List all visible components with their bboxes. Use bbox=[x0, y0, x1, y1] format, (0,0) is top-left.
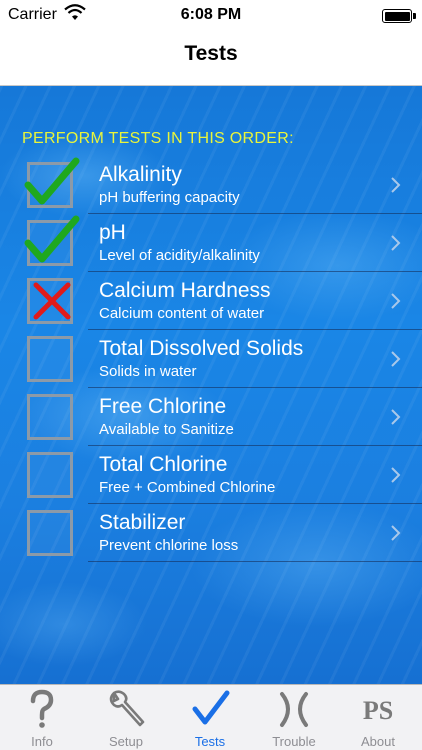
test-row-total-chlorine[interactable]: Total Chlorine Free + Combined Chlorine bbox=[0, 446, 422, 504]
test-subtitle: Prevent chlorine loss bbox=[99, 537, 239, 554]
row-divider bbox=[88, 561, 422, 562]
test-row-ph[interactable]: pH Level of acidity/alkalinity bbox=[0, 214, 422, 272]
test-title: Stabilizer bbox=[99, 511, 186, 534]
tab-label: Tests bbox=[194, 734, 226, 749]
tests-list: Alkalinity pH buffering capacity pH Leve… bbox=[0, 156, 422, 562]
test-checkbox[interactable] bbox=[27, 394, 73, 440]
test-checkbox[interactable] bbox=[27, 336, 73, 382]
chevron-right-icon bbox=[391, 235, 401, 251]
question-icon bbox=[30, 689, 54, 728]
test-row-total-dissolved-solids[interactable]: Total Dissolved Solids Solids in water bbox=[0, 330, 422, 388]
chevron-right-icon bbox=[391, 177, 401, 193]
x-icon bbox=[280, 692, 308, 727]
test-title: pH bbox=[99, 221, 126, 244]
tab-about[interactable]: PS About bbox=[336, 685, 420, 750]
svg-text:PS: PS bbox=[363, 696, 393, 725]
battery-icon bbox=[382, 9, 416, 23]
test-title: Total Dissolved Solids bbox=[99, 337, 304, 360]
tests-content: PERFORM TESTS IN THIS ORDER: Alkalinity … bbox=[0, 86, 422, 684]
test-subtitle: Available to Sanitize bbox=[99, 421, 234, 438]
status-time: 6:08 PM bbox=[180, 6, 242, 23]
test-title: Calcium Hardness bbox=[99, 279, 271, 302]
test-checkbox[interactable] bbox=[27, 278, 73, 324]
test-title: Total Chlorine bbox=[99, 453, 228, 476]
tab-trouble[interactable]: Trouble bbox=[252, 685, 336, 750]
tests-order-header: PERFORM TESTS IN THIS ORDER: bbox=[22, 130, 294, 147]
wrench-icon bbox=[109, 690, 145, 727]
test-title: Alkalinity bbox=[99, 163, 182, 186]
status-bar: Carrier 6:08 PM bbox=[0, 0, 422, 32]
ps-logo-icon: PS bbox=[363, 696, 393, 725]
test-row-stabilizer[interactable]: Stabilizer Prevent chlorine loss bbox=[0, 504, 422, 562]
test-subtitle: pH buffering capacity bbox=[99, 189, 240, 206]
test-subtitle: Level of acidity/alkalinity bbox=[99, 247, 260, 264]
test-row-calcium-hardness[interactable]: Calcium Hardness Calcium content of wate… bbox=[0, 272, 422, 330]
test-checkbox[interactable] bbox=[24, 215, 80, 266]
test-row-free-chlorine[interactable]: Free Chlorine Available to Sanitize bbox=[0, 388, 422, 446]
chevron-right-icon bbox=[391, 409, 401, 425]
tab-tests[interactable]: Tests bbox=[168, 685, 252, 750]
navigation-bar: Tests bbox=[0, 32, 422, 86]
test-title: Free Chlorine bbox=[99, 395, 227, 418]
tab-label: Setup bbox=[109, 734, 143, 749]
chevron-right-icon bbox=[391, 293, 401, 309]
page-title: Tests bbox=[184, 42, 238, 65]
test-checkbox[interactable] bbox=[24, 157, 80, 208]
test-subtitle: Solids in water bbox=[99, 363, 197, 380]
tab-bar: Info Setup Tests Trouble PS About bbox=[0, 684, 422, 750]
checkmark-icon bbox=[192, 690, 230, 725]
test-checkbox[interactable] bbox=[27, 452, 73, 498]
test-subtitle: Calcium content of water bbox=[99, 305, 265, 322]
cross-icon bbox=[33, 282, 71, 320]
checkmark-icon bbox=[24, 157, 80, 205]
tab-label: About bbox=[361, 734, 395, 749]
tab-setup[interactable]: Setup bbox=[84, 685, 168, 750]
tab-label: Info bbox=[31, 734, 53, 749]
chevron-right-icon bbox=[391, 525, 401, 541]
checkmark-icon bbox=[24, 215, 80, 263]
tab-label: Trouble bbox=[272, 734, 316, 749]
test-subtitle: Free + Combined Chlorine bbox=[99, 479, 276, 496]
test-row-alkalinity[interactable]: Alkalinity pH buffering capacity bbox=[0, 156, 422, 214]
test-checkbox[interactable] bbox=[27, 510, 73, 556]
chevron-right-icon bbox=[391, 351, 401, 367]
tab-info[interactable]: Info bbox=[0, 685, 84, 750]
chevron-right-icon bbox=[391, 467, 401, 483]
